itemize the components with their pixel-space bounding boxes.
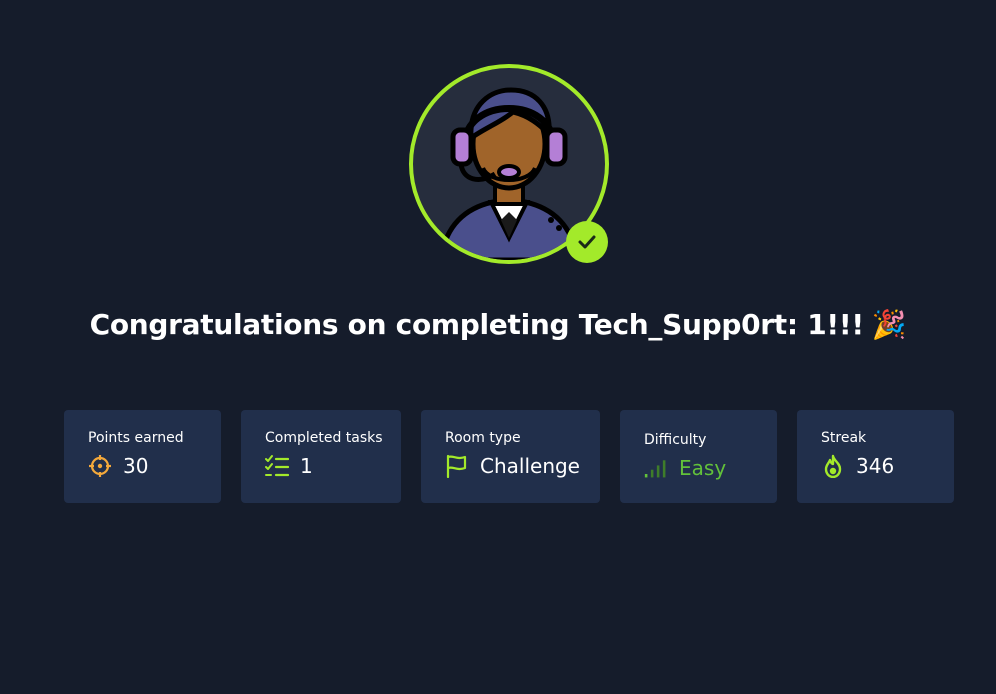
page-title-text: Congratulations on completing Tech_Supp0… [89, 308, 865, 341]
stat-label-room-type: Room type [445, 430, 521, 446]
stat-card-streak: Streak 346 [797, 410, 954, 503]
stat-card-room-type: Room type Challenge [421, 410, 600, 503]
stat-label-tasks: Completed tasks [265, 430, 383, 446]
completion-page: Congratulations on completing Tech_Supp0… [0, 0, 996, 694]
check-icon [578, 235, 596, 249]
stat-card-tasks: Completed tasks 1 [241, 410, 401, 503]
stat-label-points: Points earned [88, 430, 184, 446]
stat-card-points: Points earned 30 [64, 410, 221, 503]
signal-bars-icon [644, 456, 668, 480]
completed-badge [566, 221, 608, 263]
stat-label-streak: Streak [821, 430, 867, 446]
stat-card-difficulty: Difficulty Easy [620, 410, 777, 503]
stat-label-difficulty: Difficulty [644, 432, 707, 448]
checklist-icon [265, 454, 289, 478]
stat-value-difficulty: Easy [679, 456, 727, 480]
flame-icon [821, 454, 845, 478]
crosshair-icon [88, 454, 112, 478]
flag-icon [445, 454, 469, 478]
stat-value-points: 30 [123, 454, 149, 478]
stat-value-tasks: 1 [300, 454, 313, 478]
stat-value-streak: 346 [856, 454, 895, 478]
page-title: Congratulations on completing Tech_Supp0… [0, 308, 996, 341]
stat-value-room-type: Challenge [480, 454, 580, 478]
party-popper-icon: 🎉 [871, 308, 907, 341]
room-avatar [409, 64, 609, 264]
